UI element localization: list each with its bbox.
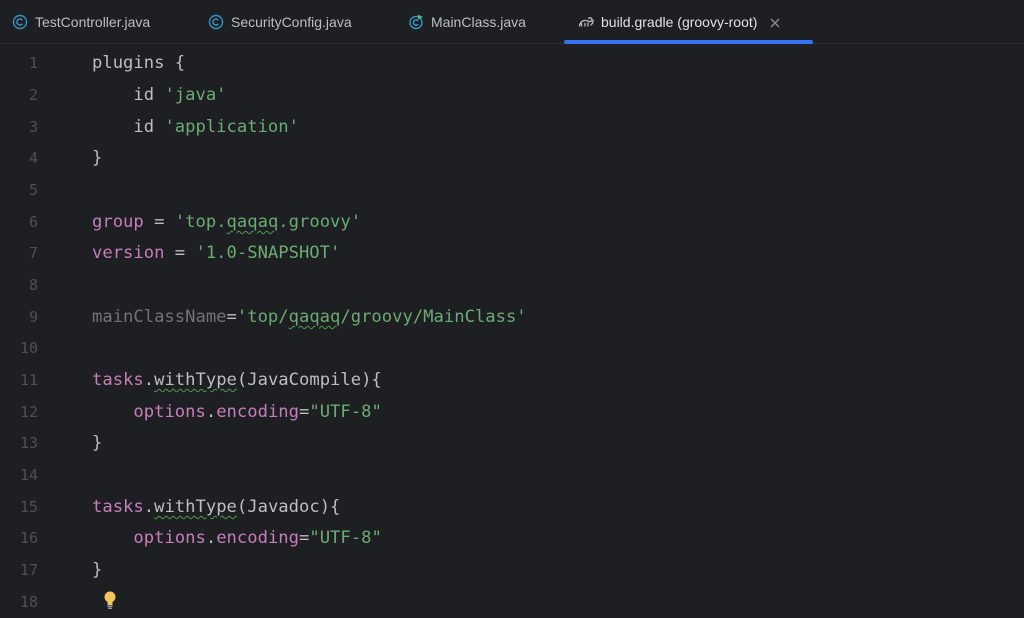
line-number-gutter: 1 2 3 4 5 6 7 8 9 10 11 12 13 14 15 16 1… — [0, 45, 70, 612]
tab-label: MainClass.java — [431, 14, 526, 30]
line-number: 9 — [28, 308, 38, 326]
typo-underline: withType — [154, 370, 237, 390]
typo-underline: qaqaq — [226, 212, 279, 232]
code-line-12: options.encoding="UTF-8" — [133, 402, 382, 422]
line-number: 7 — [28, 244, 38, 262]
line-number: 13 — [19, 434, 38, 452]
tab-main-class[interactable]: MainClass.java — [408, 0, 526, 44]
line-number: 11 — [19, 371, 38, 389]
class-icon — [208, 14, 224, 30]
line-number: 5 — [28, 181, 38, 199]
line-number: 2 — [28, 86, 38, 104]
code-line-17: } — [92, 560, 103, 580]
typo-underline: qaqaq — [288, 307, 341, 327]
tab-label: SecurityConfig.java — [231, 14, 352, 30]
tab-build-gradle[interactable]: build.gradle (groovy-root) — [578, 0, 781, 44]
gradle-icon — [578, 14, 594, 30]
line-number: 12 — [19, 403, 38, 421]
tab-label: build.gradle (groovy-root) — [601, 14, 758, 30]
line-number: 8 — [28, 276, 38, 294]
code-line-2: id 'java' — [92, 85, 227, 105]
code-line-15: tasks.withType(Javadoc){ — [92, 497, 341, 517]
main-class-icon — [408, 14, 424, 30]
line-number: 6 — [28, 213, 38, 231]
code-line-7: version = '1.0-SNAPSHOT' — [92, 243, 341, 263]
code-line-11: tasks.withType(JavaCompile){ — [92, 370, 382, 390]
tab-test-controller[interactable]: TestController.java — [12, 0, 150, 44]
typo-underline: withType — [154, 497, 237, 517]
class-icon — [12, 14, 28, 30]
code-line-1: plugins { — [92, 53, 186, 73]
line-number: 15 — [19, 498, 38, 516]
line-number: 18 — [19, 593, 38, 611]
code-line-9: mainClassName='top/qaqaq/groovy/MainClas… — [92, 307, 527, 327]
line-number: 1 — [28, 54, 38, 72]
code-line-4: } — [92, 148, 103, 168]
active-tab-indicator — [564, 40, 813, 44]
code-line-16: options.encoding="UTF-8" — [133, 528, 382, 548]
line-number: 16 — [19, 529, 38, 547]
code-area[interactable]: plugins { id 'java' id 'application' } g… — [92, 45, 1012, 612]
intention-bulb-icon[interactable] — [102, 590, 118, 610]
tab-security-config[interactable]: SecurityConfig.java — [208, 0, 352, 44]
code-editor[interactable]: 1 2 3 4 5 6 7 8 9 10 11 12 13 14 15 16 1… — [0, 45, 1024, 612]
code-line-6: group = 'top.qaqaq.groovy' — [92, 212, 362, 232]
code-line-13: } — [92, 433, 103, 453]
tab-label: TestController.java — [35, 14, 151, 30]
close-tab-icon[interactable] — [769, 16, 781, 28]
line-number: 14 — [19, 466, 38, 484]
line-number: 17 — [19, 561, 38, 579]
editor-tab-bar: TestController.java SecurityConfig.java … — [0, 0, 1024, 44]
code-line-3: id 'application' — [92, 117, 299, 137]
line-number: 3 — [28, 118, 38, 136]
line-number: 10 — [19, 339, 38, 357]
line-number: 4 — [28, 149, 38, 167]
